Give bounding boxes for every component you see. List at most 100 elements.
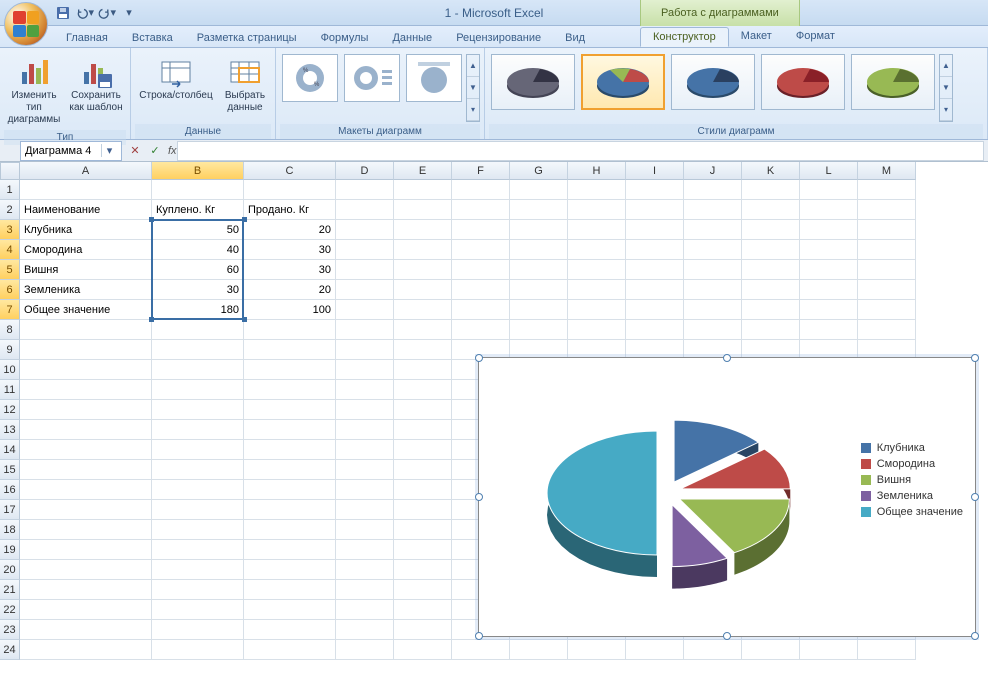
chart-legend[interactable]: КлубникаСмородинаВишняЗемленикаОбщее зна…: [861, 438, 963, 522]
cell[interactable]: [244, 180, 336, 200]
cell[interactable]: [684, 200, 742, 220]
cell[interactable]: [394, 500, 452, 520]
row-header[interactable]: 5: [0, 260, 20, 280]
row-header[interactable]: 20: [0, 560, 20, 580]
cell[interactable]: [394, 420, 452, 440]
cell[interactable]: [858, 180, 916, 200]
cell[interactable]: [452, 260, 510, 280]
cell[interactable]: [336, 420, 394, 440]
select-all-corner[interactable]: [0, 162, 20, 180]
styles-scroll-up-icon[interactable]: ▲: [940, 55, 952, 77]
cell[interactable]: 20: [244, 220, 336, 240]
cell[interactable]: [20, 500, 152, 520]
cell[interactable]: [568, 280, 626, 300]
row-header[interactable]: 3: [0, 220, 20, 240]
cell[interactable]: [152, 640, 244, 660]
layout-thumb-1[interactable]: %%: [282, 54, 338, 102]
cell[interactable]: [510, 280, 568, 300]
legend-item[interactable]: Клубника: [861, 442, 963, 454]
cell[interactable]: [336, 340, 394, 360]
tab-layout[interactable]: Макет: [729, 27, 784, 47]
cell[interactable]: [510, 260, 568, 280]
cell[interactable]: [336, 620, 394, 640]
cell[interactable]: Продано. Кг: [244, 200, 336, 220]
row-header[interactable]: 8: [0, 320, 20, 340]
cell[interactable]: [626, 200, 684, 220]
cell[interactable]: [800, 200, 858, 220]
cell[interactable]: [152, 400, 244, 420]
cell[interactable]: [568, 200, 626, 220]
selection-handle[interactable]: [149, 317, 154, 322]
legend-item[interactable]: Смородина: [861, 458, 963, 470]
cell[interactable]: [336, 480, 394, 500]
cell[interactable]: [568, 640, 626, 660]
layouts-more-icon[interactable]: ▾: [467, 99, 479, 121]
row-header[interactable]: 23: [0, 620, 20, 640]
cell[interactable]: [152, 420, 244, 440]
row-header[interactable]: 22: [0, 600, 20, 620]
cell[interactable]: Смородина: [20, 240, 152, 260]
office-button[interactable]: [4, 2, 48, 46]
row-header[interactable]: 17: [0, 500, 20, 520]
cell[interactable]: [336, 240, 394, 260]
tab-view[interactable]: Вид: [553, 29, 597, 47]
style-thumb-2[interactable]: [581, 54, 665, 110]
selection-handle[interactable]: [242, 317, 247, 322]
cell[interactable]: [336, 220, 394, 240]
cell[interactable]: [394, 360, 452, 380]
cell[interactable]: 40: [152, 240, 244, 260]
spreadsheet-grid[interactable]: ABCDEFGHIJKLM 12НаименованиеКуплено. КгП…: [0, 162, 988, 678]
cell[interactable]: Наименование: [20, 200, 152, 220]
cell[interactable]: [742, 200, 800, 220]
cell[interactable]: Земленика: [20, 280, 152, 300]
col-header-J[interactable]: J: [684, 162, 742, 180]
cell[interactable]: [800, 320, 858, 340]
cell[interactable]: Вишня: [20, 260, 152, 280]
cell[interactable]: [510, 180, 568, 200]
undo-icon[interactable]: ▾: [76, 4, 94, 22]
cell[interactable]: [452, 240, 510, 260]
cell[interactable]: [568, 300, 626, 320]
row-header[interactable]: 13: [0, 420, 20, 440]
cell[interactable]: [394, 440, 452, 460]
cell[interactable]: [20, 400, 152, 420]
cell[interactable]: [684, 240, 742, 260]
pie-chart[interactable]: [519, 388, 819, 608]
cell[interactable]: [800, 220, 858, 240]
cell[interactable]: [244, 340, 336, 360]
cell[interactable]: [152, 580, 244, 600]
cell[interactable]: [336, 640, 394, 660]
tab-format[interactable]: Формат: [784, 27, 847, 47]
cell[interactable]: [152, 480, 244, 500]
col-header-M[interactable]: M: [858, 162, 916, 180]
name-box-dropdown-icon[interactable]: ▾: [101, 144, 117, 157]
style-thumb-4[interactable]: [761, 54, 845, 110]
cell[interactable]: [20, 180, 152, 200]
layouts-scroll-down-icon[interactable]: ▼: [467, 77, 479, 99]
save-icon[interactable]: [54, 4, 72, 22]
row-header[interactable]: 14: [0, 440, 20, 460]
cell[interactable]: 30: [244, 240, 336, 260]
cell[interactable]: [244, 480, 336, 500]
cell[interactable]: [336, 380, 394, 400]
cell[interactable]: [626, 320, 684, 340]
chart-handle[interactable]: [475, 354, 483, 362]
cell[interactable]: [394, 480, 452, 500]
cell[interactable]: [742, 220, 800, 240]
cell[interactable]: [800, 300, 858, 320]
cell[interactable]: [20, 460, 152, 480]
cell[interactable]: [684, 180, 742, 200]
cell[interactable]: [20, 600, 152, 620]
cell[interactable]: [336, 500, 394, 520]
col-header-C[interactable]: C: [244, 162, 336, 180]
styles-more-icon[interactable]: ▾: [940, 99, 952, 121]
selection-handle[interactable]: [242, 217, 247, 222]
cell[interactable]: [858, 280, 916, 300]
cell[interactable]: [452, 280, 510, 300]
select-data-button[interactable]: Выбрать данные: [219, 52, 271, 124]
cell[interactable]: [510, 240, 568, 260]
switch-row-col-button[interactable]: Строка/столбец: [135, 52, 217, 124]
cell[interactable]: 100: [244, 300, 336, 320]
selection-handle[interactable]: [149, 217, 154, 222]
tab-review[interactable]: Рецензирование: [444, 29, 553, 47]
